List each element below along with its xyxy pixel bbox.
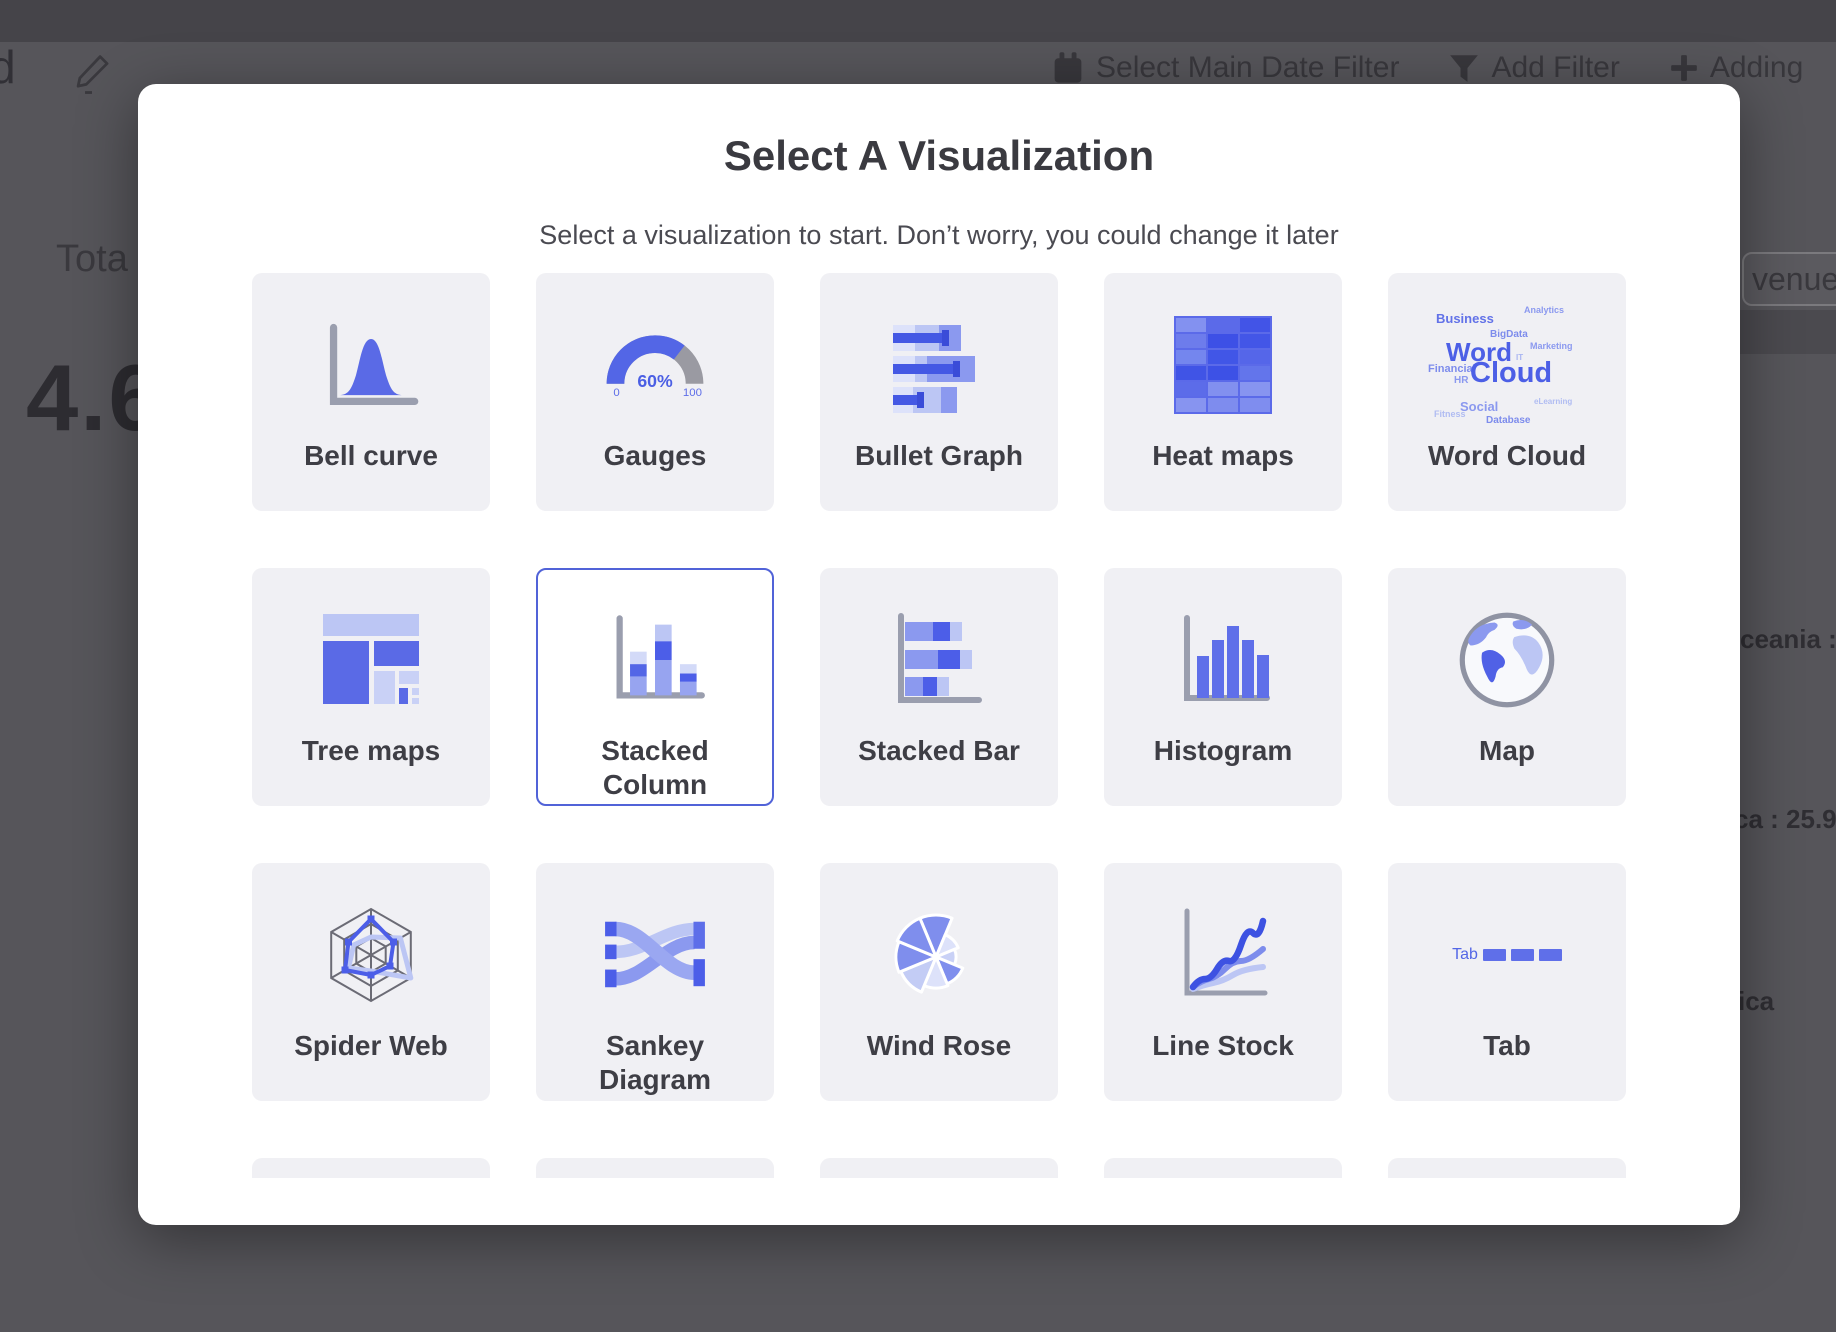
line-stock-icon xyxy=(1173,893,1273,1017)
revenue-chip-label: venue xyxy=(1752,261,1836,298)
dialog-title: Select A Visualization xyxy=(138,132,1740,180)
viz-card-histogram[interactable]: Histogram xyxy=(1104,568,1342,806)
spider-web-icon xyxy=(319,893,423,1017)
viz-card-stacked-bar[interactable]: Stacked Bar xyxy=(820,568,1058,806)
tab-icon: Tab xyxy=(1452,893,1562,1017)
tree-map-icon xyxy=(321,598,421,722)
add-filter-button[interactable]: Add Filter xyxy=(1449,51,1619,85)
histogram-icon xyxy=(1173,598,1273,722)
word-cloud-word: Marketing xyxy=(1530,341,1573,351)
viz-card-bullet-graph[interactable]: Bullet Graph xyxy=(820,273,1058,511)
globe-map-icon xyxy=(1455,598,1559,722)
select-main-date-filter-button[interactable]: Select Main Date Filter xyxy=(1052,51,1399,85)
background-band xyxy=(1740,310,1836,354)
viz-card-label: Stacked Bar xyxy=(858,734,1020,768)
viz-card-label: Wind Rose xyxy=(867,1029,1011,1063)
viz-card-bell-curve[interactable]: Bell curve xyxy=(252,273,490,511)
adding-label: Adding xyxy=(1710,51,1803,85)
select-main-date-filter-label: Select Main Date Filter xyxy=(1096,51,1399,85)
word-cloud-word: Fitness xyxy=(1434,409,1466,419)
viz-card-label: Map xyxy=(1479,734,1535,768)
funnel-icon xyxy=(1449,53,1479,83)
viz-card-label: Tab xyxy=(1483,1029,1531,1063)
stacked-column-icon xyxy=(603,598,707,722)
tab-icon-label: Tab xyxy=(1452,946,1478,964)
viz-card-label: Spider Web xyxy=(294,1029,448,1063)
legend-label-africa-partial: ca : 25.95 xyxy=(1734,804,1836,835)
word-cloud-word: Business xyxy=(1436,311,1494,326)
sankey-diagram-icon xyxy=(603,893,707,1017)
viz-card-partial[interactable] xyxy=(1104,1158,1342,1178)
heat-map-icon xyxy=(1173,303,1273,427)
viz-card-label: Bullet Graph xyxy=(855,439,1023,473)
viz-card-partial[interactable] xyxy=(252,1158,490,1178)
word-cloud-word: Cloud xyxy=(1470,357,1552,390)
word-cloud-word: eLearning xyxy=(1534,397,1572,406)
plus-icon xyxy=(1670,54,1698,82)
bell-curve-icon xyxy=(317,303,425,427)
viz-card-label: Gauges xyxy=(604,439,707,473)
dashboard-title-partial: d xyxy=(0,40,16,94)
viz-card-sankey-diagram[interactable]: Sankey Diagram xyxy=(536,863,774,1101)
viz-card-spider-web[interactable]: Spider Web xyxy=(252,863,490,1101)
viz-card-heat-maps[interactable]: Heat maps xyxy=(1104,273,1342,511)
gauge-max: 100 xyxy=(683,387,702,399)
add-filter-label: Add Filter xyxy=(1491,51,1619,85)
viz-card-label: Bell curve xyxy=(304,439,438,473)
viz-card-tree-maps[interactable]: Tree maps xyxy=(252,568,490,806)
gauge-min: 0 xyxy=(613,387,619,399)
viz-card-partial[interactable] xyxy=(1388,1158,1626,1178)
viz-card-partial[interactable] xyxy=(820,1158,1058,1178)
viz-card-line-stock[interactable]: Line Stock xyxy=(1104,863,1342,1101)
word-cloud-icon: Business Analytics BigData Word Marketin… xyxy=(1428,303,1586,427)
wind-rose-icon xyxy=(889,893,989,1017)
tab-block xyxy=(1483,949,1506,961)
viz-card-label: Sankey Diagram xyxy=(555,1029,755,1097)
legend-label-oceania-partial: ceania : 8 xyxy=(1740,624,1836,655)
select-visualization-dialog: Select A Visualization Select a visualiz… xyxy=(138,84,1740,1225)
viz-card-label: Tree maps xyxy=(302,734,441,768)
word-cloud-word: Analytics xyxy=(1524,305,1564,315)
gauge-value: 60% xyxy=(637,371,673,391)
background-top-band xyxy=(0,0,1836,42)
viz-card-gauges[interactable]: 60% 0 100 Gauges xyxy=(536,273,774,511)
viz-card-label: Line Stock xyxy=(1152,1029,1294,1063)
calendar-icon xyxy=(1052,51,1084,85)
viz-card-stacked-column[interactable]: Stacked Column xyxy=(536,568,774,806)
visualization-grid: Bell curve 60% 0 100 Gauges xyxy=(252,273,1626,1178)
viz-card-partial[interactable] xyxy=(536,1158,774,1178)
tab-block xyxy=(1511,949,1534,961)
viz-card-word-cloud[interactable]: Business Analytics BigData Word Marketin… xyxy=(1388,273,1626,511)
tab-block xyxy=(1539,949,1562,961)
stacked-bar-icon xyxy=(889,598,989,722)
viz-card-map[interactable]: Map xyxy=(1388,568,1626,806)
adding-button[interactable]: Adding xyxy=(1670,51,1803,85)
word-cloud-word: Database xyxy=(1486,415,1530,426)
dialog-subtitle: Select a visualization to start. Don’t w… xyxy=(138,220,1740,251)
revenue-chip-partial[interactable]: venue xyxy=(1742,252,1836,306)
viz-card-label: Stacked Column xyxy=(555,734,755,802)
edit-pencil-icon[interactable] xyxy=(72,52,112,96)
background-toolbar: Select Main Date Filter Add Filter Addin… xyxy=(1052,48,1836,88)
word-cloud-word: HR xyxy=(1454,375,1468,386)
viz-card-label: Heat maps xyxy=(1152,439,1294,473)
kpi-title-partial: Tota xyxy=(56,238,128,281)
viz-card-label: Histogram xyxy=(1154,734,1292,768)
word-cloud-word: Financial xyxy=(1428,363,1476,375)
viz-card-wind-rose[interactable]: Wind Rose xyxy=(820,863,1058,1101)
word-cloud-word: Social xyxy=(1460,399,1498,414)
viz-card-tab[interactable]: Tab Tab xyxy=(1388,863,1626,1101)
gauge-icon: 60% 0 100 xyxy=(603,303,707,427)
legend-label-partial: ica xyxy=(1738,986,1774,1017)
bullet-graph-icon xyxy=(889,303,989,427)
viz-card-label: Word Cloud xyxy=(1428,439,1586,473)
